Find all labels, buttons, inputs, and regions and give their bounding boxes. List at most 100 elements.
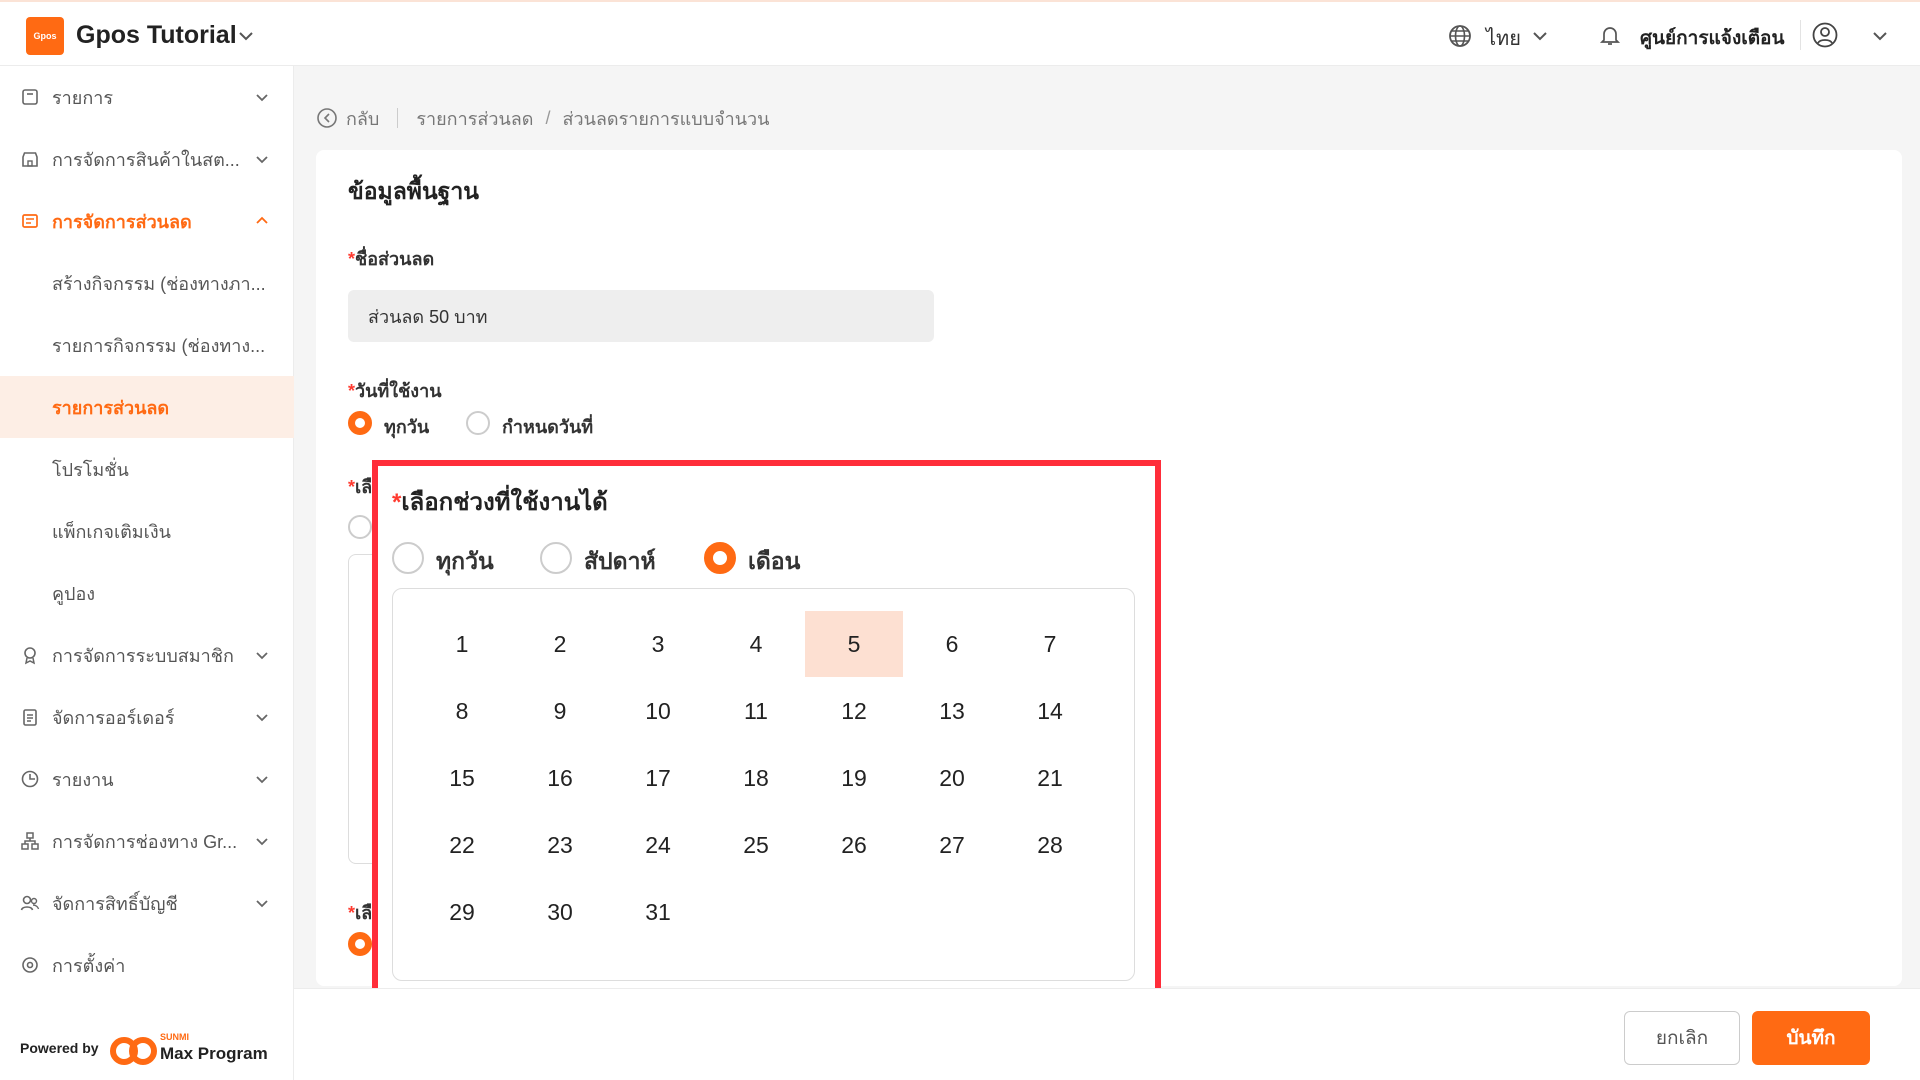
sidebar-item-settings[interactable]: การตั้งค่า [0,934,294,996]
max-program-logo-icon [110,1037,157,1065]
sidebar-item-permissions[interactable]: จัดการสิทธิ์บัญชี [0,872,294,934]
day-cell-selected[interactable]: 5 [805,611,903,677]
sidebar-item-list[interactable]: รายการ [0,66,294,128]
day-cell[interactable]: 9 [511,678,609,744]
brand-name: Max Program [160,1044,268,1063]
powered-by-text: Powered by [20,1040,99,1056]
day-cell[interactable]: 19 [805,745,903,811]
header-divider [1800,20,1801,50]
period-radio-weekly-label[interactable]: สัปดาห์ [584,544,656,580]
radio-every-day-label[interactable]: ทุกวัน [384,412,429,441]
discount-name-input[interactable] [348,290,934,342]
gpos-logo[interactable]: Gpos [26,17,64,55]
breadcrumb-parent[interactable]: รายการส่วนลด [416,104,533,133]
day-cell[interactable]: 22 [413,812,511,878]
day-cell[interactable]: 29 [413,879,511,945]
sidebar-subitem-create-activity[interactable]: สร้างกิจกรรม (ช่องทางภา... [0,252,294,314]
sidebar-item-label: การจัดการช่องทาง Gr... [52,831,238,852]
radio-every-day[interactable] [348,411,372,435]
discount-name-field[interactable] [348,290,934,342]
day-cell[interactable]: 14 [1001,678,1099,744]
globe-icon[interactable] [1448,24,1472,48]
day-cell[interactable]: 17 [609,745,707,811]
period-radio-monthly-label[interactable]: เดือน [748,544,800,580]
back-arrow-icon[interactable] [316,107,338,129]
chevron-down-icon[interactable] [236,26,256,46]
day-cell[interactable]: 23 [511,812,609,878]
chevron-down-icon [256,94,268,102]
day-cell[interactable]: 1 [413,611,511,677]
sidebar-item-inventory[interactable]: การจัดการสินค้าในสต... [0,128,294,190]
language-selector[interactable]: ไทย [1486,22,1521,54]
sidebar-subitem-label: แพ็กเกจเติมเงิน [52,521,171,542]
day-cell[interactable]: 26 [805,812,903,878]
sidebar-item-orders[interactable]: จัดการออร์เดอร์ [0,686,294,748]
period-radio-monthly[interactable] [704,542,736,574]
chevron-down-icon [256,652,268,660]
sidebar-subitem-promotion[interactable]: โปรโมชั่น [0,438,294,500]
sidebar-subitem-label: โปรโมชั่น [52,459,129,480]
app-title[interactable]: Gpos Tutorial [76,21,237,50]
save-button[interactable]: บันทึก [1752,1011,1870,1065]
day-cell[interactable]: 10 [609,678,707,744]
day-cell[interactable]: 8 [413,678,511,744]
day-cell[interactable]: 2 [511,611,609,677]
period-selection-highlight: *เลือกช่วงที่ใช้งานได้ ทุกวัน สัปดาห์ เด… [372,460,1161,1001]
day-cell[interactable]: 24 [609,812,707,878]
day-cell[interactable]: 20 [903,745,1001,811]
sidebar-item-discount[interactable]: การจัดการส่วนลด [0,190,294,252]
day-cell[interactable]: 27 [903,812,1001,878]
order-icon [23,709,37,726]
receipt-icon [22,89,38,105]
radio-specific-date[interactable] [466,411,490,435]
breadcrumb: กลับ รายการส่วนลด / ส่วนลดรายการแบบจำนวน [316,104,769,132]
sidebar-subitem-label: รายการกิจกรรม (ช่องทาง... [52,335,266,356]
day-cell[interactable]: 16 [511,745,609,811]
day-cell[interactable]: 21 [1001,745,1099,811]
sidebar-item-label: การตั้งค่า [52,955,126,976]
chevron-down-icon [256,776,268,784]
brand-sub-label: SUNMI [160,1032,189,1042]
period-radio-daily[interactable] [392,542,424,574]
day-cell[interactable]: 11 [707,678,805,744]
sidebar-subitem-discount-list[interactable]: รายการส่วนลด [0,376,294,438]
sidebar-subitem-label: คูปอง [52,583,96,604]
period-radio-daily-label[interactable]: ทุกวัน [436,544,494,580]
cancel-button[interactable]: ยกเลิก [1624,1011,1740,1065]
day-cell[interactable]: 28 [1001,812,1099,878]
partial-radio-selected[interactable] [348,932,372,956]
period-radio-weekly[interactable] [540,542,572,574]
day-cell[interactable]: 7 [1001,611,1099,677]
sidebar-subitem-activity-list[interactable]: รายการกิจกรรม (ช่องทาง... [0,314,294,376]
sidebar-item-channels[interactable]: การจัดการช่องทาง Gr... [0,810,294,872]
period-selection-title: *เลือกช่วงที่ใช้งานได้ [392,489,608,516]
day-cell[interactable]: 12 [805,678,903,744]
chevron-down-icon[interactable] [1530,26,1550,46]
day-cell[interactable]: 18 [707,745,805,811]
usage-date-label: *วันที่ใช้งาน [348,381,442,401]
breadcrumb-divider [397,108,399,128]
partial-radio[interactable] [348,515,372,539]
sidebar-item-membership[interactable]: การจัดการระบบสมาชิก [0,624,294,686]
partial-field-label-2: *เลื [348,903,373,923]
account-icon [20,895,40,911]
day-cell[interactable]: 13 [903,678,1001,744]
notification-center-link[interactable]: ศูนย์การแจ้งเตือน [1640,23,1784,53]
day-cell[interactable]: 25 [707,812,805,878]
chevron-down-icon[interactable] [1870,26,1890,46]
user-avatar-icon[interactable] [1812,22,1838,48]
day-cell[interactable]: 3 [609,611,707,677]
sidebar-subitem-topup-package[interactable]: แพ็กเกจเติมเงิน [0,500,294,562]
day-cell[interactable]: 30 [511,879,609,945]
day-cell[interactable]: 15 [413,745,511,811]
back-link[interactable]: กลับ [346,104,379,133]
radio-specific-date-label[interactable]: กำหนดวันที่ [502,412,593,441]
bell-icon[interactable] [1598,23,1622,47]
day-cell[interactable]: 4 [707,611,805,677]
sidebar-item-reports[interactable]: รายงาน [0,748,294,810]
day-cell[interactable]: 31 [609,879,707,945]
form-footer: ยกเลิก บันทึก [294,988,1920,1080]
sidebar-subitem-coupon[interactable]: คูปอง [0,562,294,624]
day-cell[interactable]: 6 [903,611,1001,677]
section-title: ข้อมูลพื้นฐาน [348,178,480,204]
